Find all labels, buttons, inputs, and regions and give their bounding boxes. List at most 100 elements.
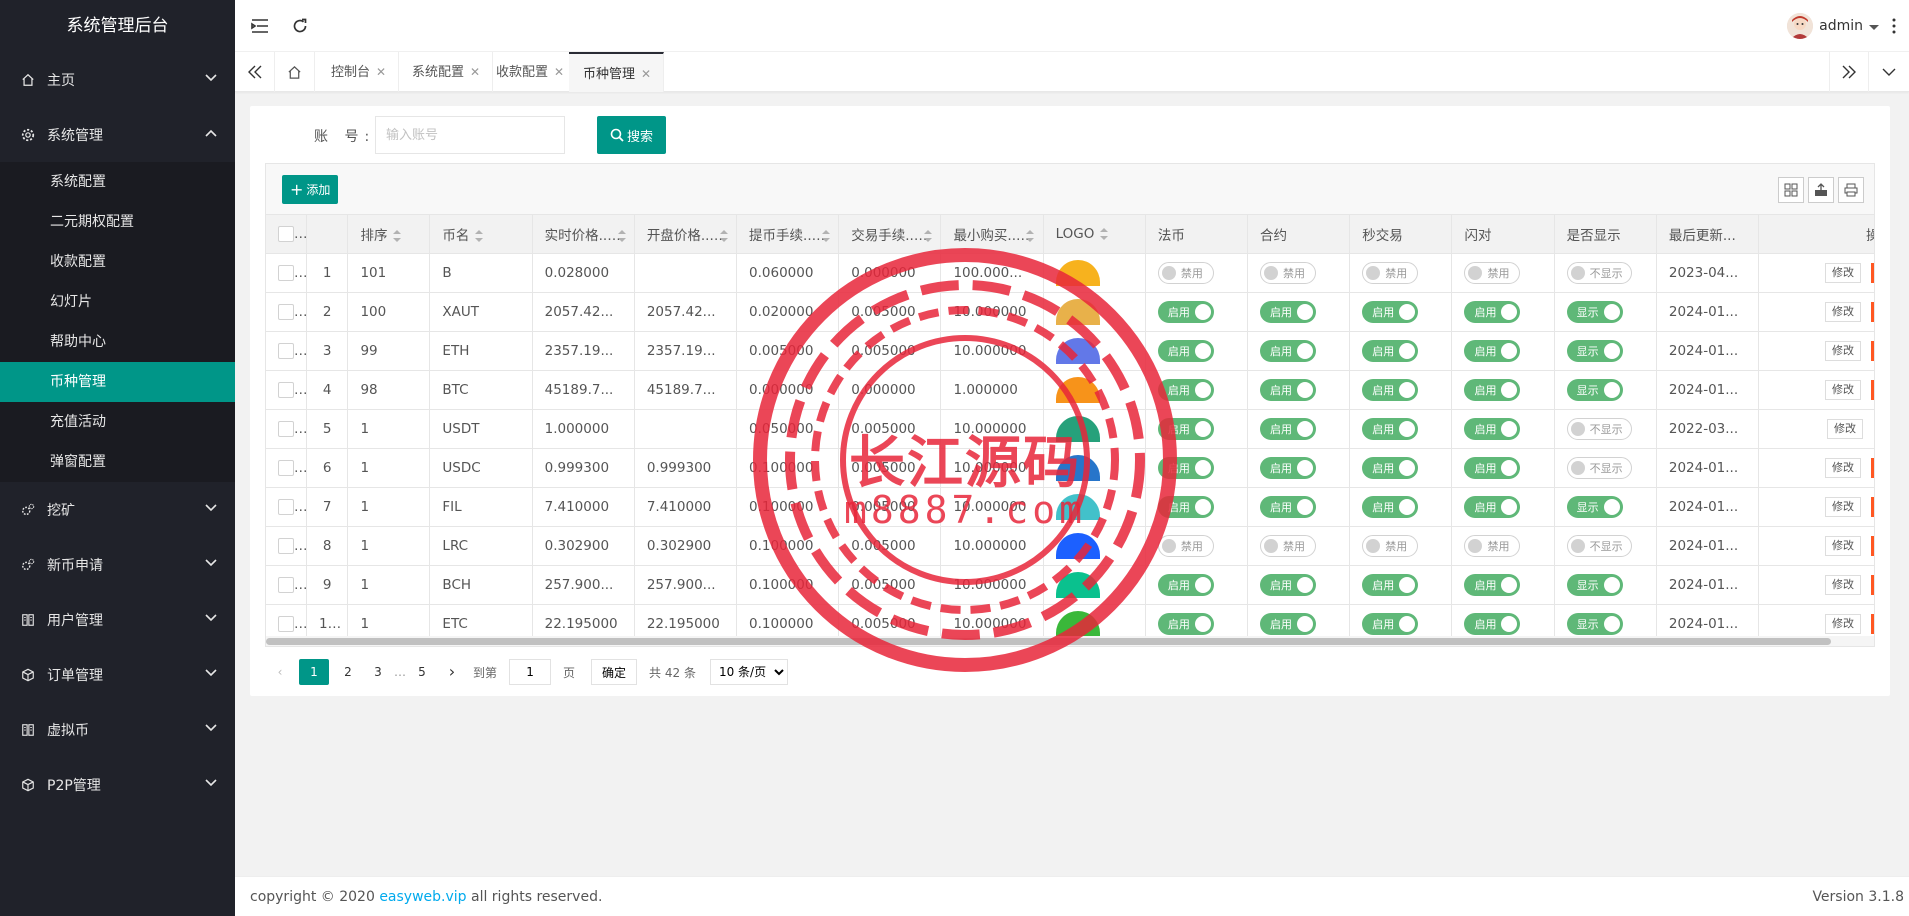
row-select-cell[interactable] [266, 292, 307, 332]
row-select-cell[interactable] [266, 565, 307, 605]
toggle-switch[interactable]: 启用 [1157, 612, 1214, 635]
toggle-switch[interactable]: 启用 [1464, 573, 1521, 596]
select-all-checkbox[interactable] [278, 225, 294, 242]
toggle-switch[interactable]: 不显示 [1566, 534, 1632, 557]
sidebar-subitem[interactable]: 充值活动 [0, 402, 235, 442]
toggle-switch[interactable]: 显示 [1566, 573, 1623, 596]
print-icon[interactable] [1838, 177, 1864, 203]
page-number[interactable]: 2 [333, 659, 363, 685]
row-checkbox[interactable] [278, 459, 294, 476]
row-select-cell[interactable] [266, 487, 307, 527]
row-select-cell[interactable] [266, 526, 307, 566]
row-checkbox[interactable] [278, 537, 294, 554]
toggle-switch[interactable]: 启用 [1362, 612, 1419, 635]
toggle-switch[interactable]: 启用 [1157, 573, 1214, 596]
toggle-switch[interactable]: 显示 [1566, 612, 1623, 635]
account-input[interactable] [375, 116, 565, 154]
row-checkbox[interactable] [278, 420, 294, 437]
row-select-cell[interactable] [266, 253, 307, 293]
toggle-switch[interactable]: 启用 [1260, 495, 1317, 518]
column-header[interactable]: 提币手续... [736, 215, 840, 254]
page-size-select[interactable]: 10 条/页 [709, 659, 788, 685]
goto-page-input[interactable] [509, 659, 552, 685]
toggle-switch[interactable]: 启用 [1157, 378, 1214, 401]
export-icon[interactable] [1808, 177, 1834, 203]
sidebar-subitem[interactable]: 二元期权配置 [0, 202, 235, 242]
menu-fold-icon[interactable] [240, 0, 280, 52]
sidebar-subitem[interactable]: 币种管理 [0, 362, 235, 402]
toggle-switch[interactable]: 启用 [1260, 612, 1317, 635]
delete-button[interactable]: 删除 [1871, 379, 1874, 400]
row-checkbox[interactable] [278, 498, 294, 515]
toggle-switch[interactable]: 启用 [1260, 573, 1317, 596]
toggle-switch[interactable]: 启用 [1157, 300, 1214, 323]
edit-button[interactable]: 修改 [1825, 379, 1861, 400]
tab-2[interactable]: 收款配置 ✕ [482, 52, 578, 92]
sidebar-item-5[interactable]: 订单管理 [0, 647, 235, 702]
toggle-switch[interactable]: 禁用 [1362, 261, 1419, 284]
more-vertical-icon[interactable] [1879, 0, 1909, 52]
add-button[interactable]: + 添加 [282, 175, 339, 204]
page-number[interactable]: 1 [299, 659, 329, 685]
toggle-switch[interactable]: 禁用 [1260, 261, 1317, 284]
delete-button[interactable]: 删除 [1871, 262, 1874, 283]
toggle-switch[interactable]: 启用 [1260, 417, 1317, 440]
row-select-cell[interactable] [266, 331, 307, 371]
column-header[interactable]: 实时价格... [532, 215, 635, 254]
toggle-switch[interactable]: 不显示 [1566, 456, 1632, 479]
delete-button[interactable]: 删除 [1871, 301, 1874, 322]
tab-dropdown-icon[interactable] [1869, 52, 1909, 92]
tab-scroll-left-icon[interactable] [235, 52, 275, 92]
sidebar-item-3[interactable]: 新币申请 [0, 537, 235, 592]
toggle-switch[interactable]: 启用 [1157, 417, 1214, 440]
edit-button[interactable]: 修改 [1827, 418, 1863, 439]
toggle-switch[interactable]: 启用 [1362, 300, 1419, 323]
delete-button[interactable]: 删除 [1871, 496, 1874, 517]
toggle-switch[interactable]: 启用 [1464, 339, 1521, 362]
toggle-switch[interactable]: 启用 [1464, 495, 1521, 518]
column-header[interactable]: 开盘价格... [634, 215, 738, 254]
sort-icon[interactable] [393, 229, 402, 242]
toggle-switch[interactable]: 显示 [1566, 300, 1623, 323]
toggle-switch[interactable]: 启用 [1464, 612, 1521, 635]
toggle-switch[interactable]: 禁用 [1362, 534, 1419, 557]
toggle-switch[interactable]: 启用 [1464, 300, 1521, 323]
user-menu[interactable]: admin [1787, 0, 1879, 52]
sidebar-item-2[interactable]: 挖矿 [0, 482, 235, 537]
row-checkbox[interactable] [278, 303, 294, 320]
sidebar-item-4[interactable]: 用户管理 [0, 592, 235, 647]
tab-1[interactable]: 系统配置 ✕ [398, 52, 494, 92]
toggle-switch[interactable]: 启用 [1260, 300, 1317, 323]
toggle-switch[interactable]: 显示 [1566, 495, 1623, 518]
sidebar-item-7[interactable]: P2P管理 [0, 757, 235, 812]
edit-button[interactable]: 修改 [1825, 496, 1861, 517]
toggle-switch[interactable]: 启用 [1464, 456, 1521, 479]
toggle-switch[interactable]: 启用 [1362, 378, 1419, 401]
footer-link[interactable]: easyweb.vip [379, 889, 466, 905]
sort-icon[interactable] [1100, 227, 1109, 240]
toggle-switch[interactable]: 启用 [1260, 339, 1317, 362]
edit-button[interactable]: 修改 [1825, 457, 1861, 478]
edit-button[interactable]: 修改 [1825, 574, 1861, 595]
toggle-switch[interactable]: 启用 [1157, 456, 1214, 479]
toggle-switch[interactable]: 启用 [1260, 378, 1317, 401]
horizontal-scrollbar[interactable] [266, 636, 1874, 646]
prev-page-icon[interactable]: ‹ [265, 659, 295, 685]
tab-scroll-right-icon[interactable] [1829, 52, 1869, 92]
page-number[interactable]: 3 [363, 659, 393, 685]
close-icon[interactable]: ✕ [641, 67, 651, 81]
edit-button[interactable]: 修改 [1825, 262, 1861, 283]
search-button[interactable]: 搜索 [597, 116, 666, 154]
sidebar-subitem[interactable]: 系统配置 [0, 162, 235, 202]
close-icon[interactable]: ✕ [470, 65, 480, 79]
column-header[interactable]: 排序 [347, 215, 431, 254]
tab-3[interactable]: 币种管理 ✕ [569, 52, 665, 92]
edit-button[interactable]: 修改 [1825, 340, 1861, 361]
tab-home-icon[interactable] [275, 52, 315, 92]
toggle-switch[interactable]: 显示 [1566, 378, 1623, 401]
sort-icon[interactable] [475, 229, 484, 242]
toggle-switch[interactable]: 禁用 [1464, 534, 1521, 557]
toggle-switch[interactable]: 禁用 [1157, 534, 1214, 557]
toggle-switch[interactable]: 启用 [1362, 456, 1419, 479]
column-header[interactable]: 币名 [429, 215, 533, 254]
